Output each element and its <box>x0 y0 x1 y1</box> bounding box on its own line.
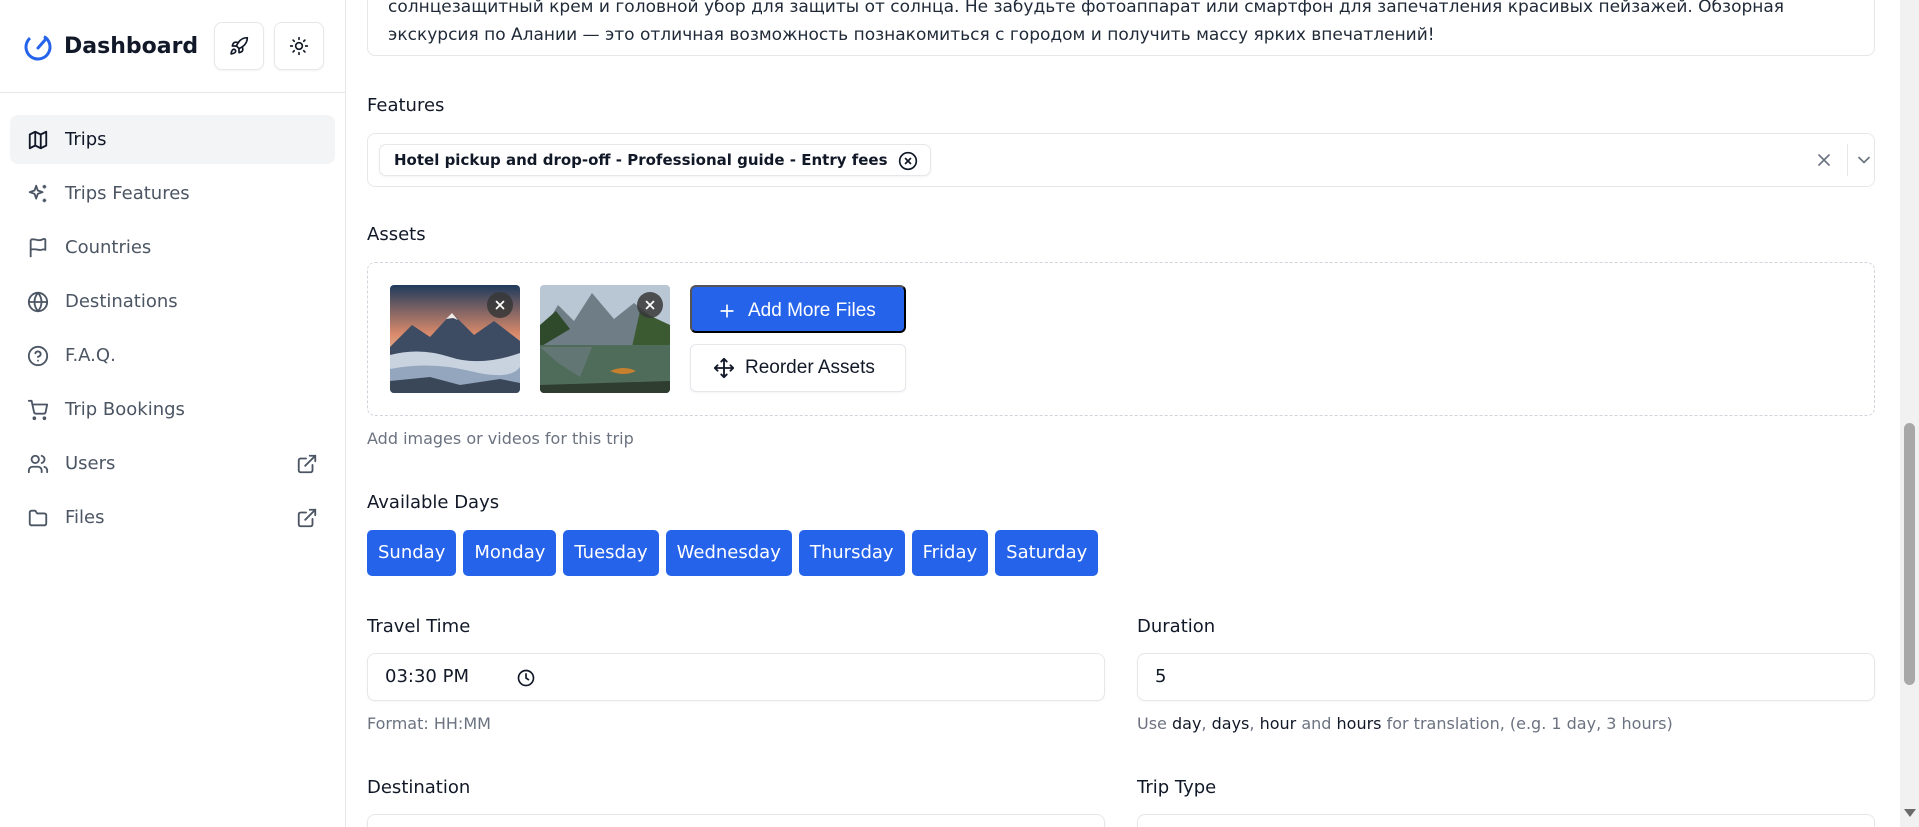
sidebar-item-label: Trip Bookings <box>65 399 185 420</box>
cart-icon <box>27 399 49 421</box>
duration-help-sep: , <box>1201 714 1207 733</box>
chevron-down-icon[interactable] <box>1854 150 1874 170</box>
sun-icon <box>289 36 309 56</box>
add-more-files-button[interactable]: Add More Files <box>690 285 906 333</box>
sidebar-item-label: Trips Features <box>65 183 190 204</box>
sidebar-item-trip-bookings[interactable]: Trip Bookings <box>10 385 335 434</box>
description-textarea[interactable]: солнцезащитный крем и головной убор для … <box>367 0 1875 56</box>
sidebar-item-trips[interactable]: Trips <box>10 115 335 164</box>
day-toggle-monday[interactable]: Monday <box>463 530 557 576</box>
sidebar-item-files[interactable]: Files <box>10 493 335 542</box>
day-toggle-tuesday[interactable]: Tuesday <box>563 530 659 576</box>
features-label: Features <box>367 95 445 116</box>
remove-asset-button[interactable] <box>637 292 663 318</box>
sparkles-icon <box>28 184 47 203</box>
duration-help-hours: hours <box>1336 714 1382 733</box>
scroll-down-arrow-icon[interactable] <box>1904 809 1916 817</box>
features-select[interactable]: Hotel pickup and drop-off - Professional… <box>367 133 1875 187</box>
external-link-icon <box>297 454 317 474</box>
map-icon <box>28 130 48 150</box>
travel-time-value: 03:30 PM <box>385 666 469 687</box>
asset-thumbnail[interactable] <box>390 285 520 393</box>
rocket-icon <box>230 36 249 55</box>
asset-thumbnail[interactable] <box>540 285 670 393</box>
assets-label: Assets <box>367 224 426 245</box>
sidebar-item-trips-features[interactable]: Trips Features <box>10 169 335 218</box>
day-toggle-wednesday[interactable]: Wednesday <box>665 530 792 576</box>
duration-help-hour: hour <box>1259 714 1297 733</box>
duration-help: Use day, days, hour and hours for transl… <box>1137 714 1673 733</box>
duration-help-suffix: for translation, (e.g. 1 day, 3 hours) <box>1386 714 1673 733</box>
plus-icon <box>720 304 734 318</box>
reorder-assets-button[interactable]: Reorder Assets <box>690 344 906 392</box>
sidebar-header: Dashboard <box>0 0 345 93</box>
day-toggle-saturday[interactable]: Saturday <box>995 530 1099 576</box>
remove-asset-button[interactable] <box>487 292 513 318</box>
sidebar: Dashboard Trips Trips Features Countries… <box>0 0 346 827</box>
users-icon <box>27 454 49 474</box>
assets-help-text: Add images or videos for this trip <box>367 429 634 448</box>
sidebar-item-faq[interactable]: F.A.Q. <box>10 331 335 380</box>
sidebar-item-label: F.A.Q. <box>65 345 116 366</box>
close-icon <box>495 300 505 310</box>
external-link-icon <box>297 508 317 528</box>
day-toggle-sunday[interactable]: Sunday <box>367 530 457 576</box>
help-circle-icon <box>27 345 49 367</box>
clock-icon[interactable] <box>516 668 536 688</box>
sidebar-item-label: Countries <box>65 237 152 258</box>
duration-label: Duration <box>1137 616 1216 637</box>
duration-help-sep: , <box>1249 714 1255 733</box>
rocket-button[interactable] <box>214 22 264 70</box>
duration-help-and: and <box>1301 714 1332 733</box>
move-icon <box>713 357 735 379</box>
flag-icon <box>29 238 47 258</box>
sidebar-item-label: Destinations <box>65 291 178 312</box>
folder-icon <box>28 509 48 527</box>
day-toggle-friday[interactable]: Friday <box>911 530 989 576</box>
page-scrollbar[interactable] <box>1900 0 1919 827</box>
sidebar-item-countries[interactable]: Countries <box>10 223 335 272</box>
globe-icon <box>27 291 49 313</box>
sidebar-nav: Trips Trips Features Countries Destinati… <box>10 115 335 547</box>
duration-input[interactable]: 5 <box>1137 653 1875 701</box>
available-days-group: Sunday Monday Tuesday Wednesday Thursday… <box>367 530 1099 576</box>
destination-select[interactable] <box>367 814 1105 827</box>
destination-label: Destination <box>367 777 471 798</box>
sidebar-item-destinations[interactable]: Destinations <box>10 277 335 326</box>
dashboard-logo-icon[interactable] <box>22 31 54 63</box>
assets-dropzone[interactable]: Add More Files Reorder Assets <box>367 262 1875 416</box>
feature-chip: Hotel pickup and drop-off - Professional… <box>379 144 931 176</box>
travel-time-input[interactable]: 03:30 PM <box>367 653 1105 701</box>
sidebar-item-label: Trips <box>65 129 107 150</box>
duration-help-days: days <box>1211 714 1250 733</box>
trip-type-select[interactable] <box>1137 814 1875 827</box>
available-days-label: Available Days <box>367 492 500 513</box>
sidebar-item-label: Files <box>65 507 105 528</box>
clear-icon[interactable] <box>1814 150 1834 170</box>
close-icon <box>645 300 655 310</box>
trip-type-label: Trip Type <box>1137 777 1217 798</box>
app-title[interactable]: Dashboard <box>64 31 198 63</box>
add-more-files-label: Add More Files <box>748 300 876 321</box>
duration-help-day: day <box>1171 714 1202 733</box>
reorder-assets-label: Reorder Assets <box>745 357 875 378</box>
sidebar-item-users[interactable]: Users <box>10 439 335 488</box>
trip-edit-form: солнцезащитный крем и головной убор для … <box>346 0 1901 827</box>
select-divider <box>1847 144 1848 176</box>
duration-help-prefix: Use <box>1137 714 1167 733</box>
feature-chip-label: Hotel pickup and drop-off - Professional… <box>394 151 888 169</box>
sidebar-item-label: Users <box>65 453 116 474</box>
duration-value: 5 <box>1155 666 1167 687</box>
theme-toggle-button[interactable] <box>274 22 324 70</box>
travel-time-help: Format: HH:MM <box>367 714 491 733</box>
travel-time-label: Travel Time <box>367 616 471 637</box>
description-text: солнцезащитный крем и головной убор для … <box>388 0 1785 45</box>
scrollbar-thumb[interactable] <box>1904 423 1915 685</box>
remove-chip-icon[interactable] <box>898 151 918 171</box>
day-toggle-thursday[interactable]: Thursday <box>798 530 905 576</box>
